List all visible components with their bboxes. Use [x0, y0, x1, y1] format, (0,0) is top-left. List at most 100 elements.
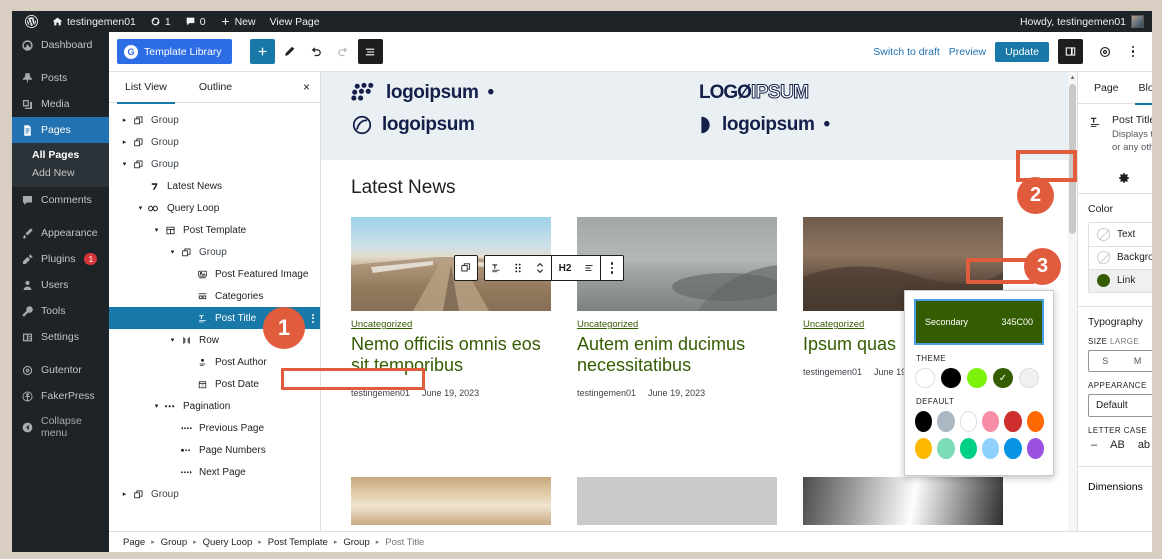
close-list-view-button[interactable]: ×	[303, 80, 320, 94]
letter-case-option[interactable]: AB	[1110, 439, 1125, 451]
expand-chevron-icon[interactable]: ▾	[151, 402, 162, 410]
default-color-swatch[interactable]	[959, 438, 977, 459]
default-color-swatch[interactable]	[915, 411, 933, 432]
breadcrumb-item[interactable]: Page	[123, 537, 145, 548]
block-tree-item-post-date[interactable]: 3 Post Date	[109, 373, 320, 395]
default-color-swatch[interactable]	[1004, 411, 1022, 432]
site-name-menu[interactable]: testingemen01	[45, 11, 143, 32]
block-tree-item-post-template[interactable]: ▾ Post Template	[109, 219, 320, 241]
default-color-swatch[interactable]	[1004, 438, 1022, 459]
block-tree-item-group[interactable]: ▸ Group	[109, 483, 320, 505]
default-color-swatch[interactable]	[1026, 438, 1044, 459]
color-row-text[interactable]: Text	[1089, 223, 1152, 246]
post-featured-image[interactable]	[803, 477, 1003, 525]
block-tree-item-group[interactable]: ▾ Group	[109, 241, 320, 263]
post-category-link[interactable]: Uncategorized	[577, 319, 638, 330]
sidebar-item-users[interactable]: Users	[12, 272, 109, 298]
color-row-link[interactable]: Link	[1089, 268, 1152, 292]
letter-case-option[interactable]: –	[1091, 439, 1097, 451]
default-color-swatch[interactable]	[937, 438, 955, 459]
expand-chevron-icon[interactable]: ▾	[167, 248, 178, 256]
appearance-select[interactable]: Default	[1088, 393, 1152, 417]
post-featured-image[interactable]	[577, 477, 777, 525]
block-options-button[interactable]	[601, 256, 623, 280]
letter-case-picker[interactable]: –ABabAb	[1088, 439, 1152, 451]
default-color-swatch[interactable]	[915, 438, 933, 459]
tab-list-view[interactable]: List View	[109, 72, 183, 104]
submenu-item-all-pages[interactable]: All Pages	[12, 146, 109, 164]
expand-chevron-icon[interactable]: ▾	[119, 160, 130, 168]
add-block-button[interactable]	[249, 39, 275, 64]
post-category-link[interactable]: Uncategorized	[351, 319, 412, 330]
wp-logo-menu[interactable]	[18, 11, 45, 32]
font-size-option-m[interactable]: M	[1121, 351, 1152, 371]
tab-page[interactable]: Page	[1084, 72, 1129, 104]
comments-menu[interactable]: 0	[178, 11, 213, 32]
font-size-option-s[interactable]: S	[1089, 351, 1121, 371]
letter-case-option[interactable]: ab	[1138, 439, 1150, 451]
block-tree-item-latest-news[interactable]: Latest News	[109, 175, 320, 197]
theme-color-swatch[interactable]	[915, 368, 935, 388]
editor-options-button[interactable]	[1126, 45, 1140, 58]
breadcrumb-item[interactable]: Post Title	[385, 537, 424, 548]
select-parent-block-button[interactable]	[455, 256, 477, 280]
post-category-link[interactable]: Uncategorized	[803, 319, 864, 330]
expand-chevron-icon[interactable]: ▾	[151, 226, 162, 234]
expand-chevron-icon[interactable]: ▾	[135, 204, 146, 212]
theme-color-swatch[interactable]	[1019, 368, 1039, 388]
block-tree-options-button[interactable]	[312, 313, 314, 323]
align-text-button[interactable]	[578, 256, 600, 280]
block-tree-item-previous-page[interactable]: Previous Page	[109, 417, 320, 439]
block-tree-item-group[interactable]: ▾ Group	[109, 153, 320, 175]
block-tree-item-pagination[interactable]: ▾ Pagination	[109, 395, 320, 417]
post-title[interactable]: Autem enim ducimus necessitatibus	[577, 334, 777, 376]
update-button[interactable]: Update	[995, 41, 1049, 62]
post-featured-image[interactable]	[351, 477, 551, 525]
canvas-scrollbar[interactable]: ▲ ▼	[1068, 72, 1077, 552]
theme-color-swatch[interactable]: ✓	[993, 368, 1013, 388]
redo-button[interactable]	[331, 39, 356, 64]
move-block-button[interactable]	[529, 256, 551, 280]
sidebar-item-plugins[interactable]: Plugins 1	[12, 246, 109, 272]
block-tree-item-post-featured-image[interactable]: Post Featured Image	[109, 263, 320, 285]
view-page-link[interactable]: View Page	[263, 11, 327, 32]
default-color-swatch[interactable]	[982, 411, 1000, 432]
sidebar-item-settings[interactable]: Settings	[12, 324, 109, 350]
my-account-menu[interactable]: Howdy, testingemen01	[1020, 15, 1152, 28]
block-tree-item-page-numbers[interactable]: Page Numbers	[109, 439, 320, 461]
breadcrumb-item[interactable]: Query Loop	[203, 537, 253, 548]
settings-sidebar-toggle[interactable]	[1058, 39, 1083, 64]
color-row-background[interactable]: Background	[1089, 245, 1152, 269]
sidebar-item-comments[interactable]: Comments	[12, 187, 109, 213]
default-color-swatch[interactable]	[937, 411, 955, 432]
block-tree-item-group[interactable]: ▸ Group	[109, 109, 320, 131]
block-tree-item-post-author[interactable]: Post Author	[109, 351, 320, 373]
heading-level-button[interactable]: H2	[552, 256, 578, 280]
post-title[interactable]: Nemo officiis omnis eos sit temporibus	[351, 334, 551, 376]
block-type-button[interactable]	[485, 256, 507, 280]
sidebar-item-posts[interactable]: Posts	[12, 65, 109, 91]
default-color-swatch[interactable]	[1026, 411, 1045, 432]
sidebar-item-appearance[interactable]: Appearance	[12, 220, 109, 246]
block-tree-item-group[interactable]: ▸ Group	[109, 131, 320, 153]
sidebar-item-dashboard[interactable]: Dashboard	[12, 32, 109, 58]
breadcrumb-item[interactable]: Group	[161, 537, 187, 548]
theme-color-swatch[interactable]	[967, 368, 987, 388]
new-content-menu[interactable]: New	[213, 11, 263, 32]
default-color-swatch[interactable]	[981, 438, 1000, 459]
breadcrumb-item[interactable]: Group	[343, 537, 369, 548]
selected-color-preview[interactable]: Secondary 345C00	[914, 299, 1044, 345]
sidebar-item-collapse-menu[interactable]: Collapse menu	[12, 409, 109, 445]
block-tree-item-query-loop[interactable]: ▾ Query Loop	[109, 197, 320, 219]
tools-pencil-button[interactable]	[277, 39, 302, 64]
template-library-button[interactable]: G Template Library	[117, 39, 232, 64]
scroll-up-arrow[interactable]: ▲	[1068, 72, 1077, 83]
switch-to-draft-button[interactable]: Switch to draft	[873, 46, 940, 58]
sidebar-item-gutentor[interactable]: Gutentor	[12, 357, 109, 383]
preview-button[interactable]: Preview	[949, 46, 986, 58]
block-tree-item-categories[interactable]: Categories	[109, 285, 320, 307]
list-view-toggle-button[interactable]	[357, 39, 383, 64]
expand-chevron-icon[interactable]: ▸	[119, 138, 130, 146]
sidebar-item-pages[interactable]: Pages	[12, 117, 109, 143]
breadcrumb-item[interactable]: Post Template	[268, 537, 328, 548]
